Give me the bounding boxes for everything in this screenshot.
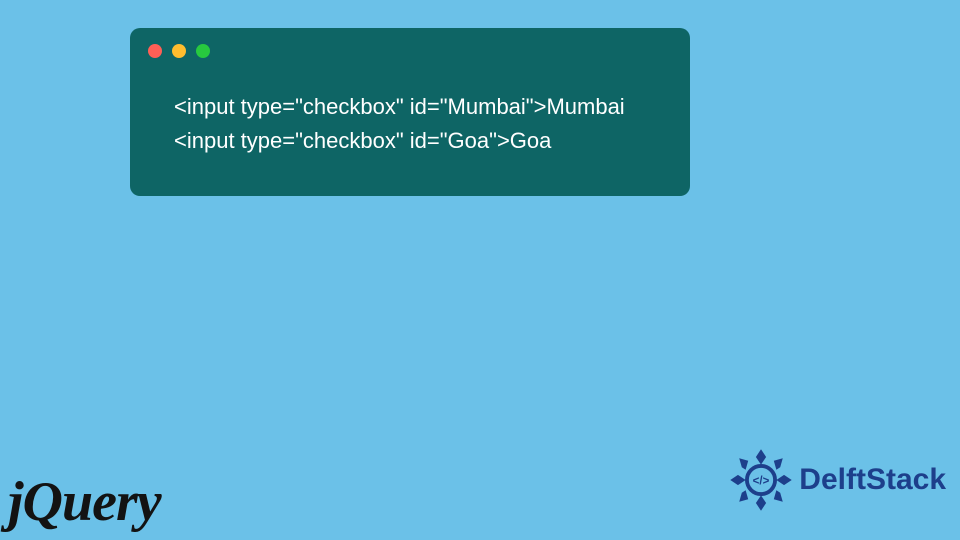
code-body: <input type="checkbox" id="Mumbai">Mumba… [130,66,690,158]
delftstack-logo: </> DelftStack [729,448,946,512]
jquery-logo: jQuery [8,470,161,534]
window-controls [130,28,690,66]
svg-text:</>: </> [753,475,770,487]
delftstack-logo-text: DelftStack [799,463,946,497]
jquery-logo-text: jQuery [8,471,161,533]
delftstack-emblem-icon: </> [729,448,793,512]
code-window: <input type="checkbox" id="Mumbai">Mumba… [130,28,690,196]
window-zoom-icon [196,44,210,58]
window-close-icon [148,44,162,58]
code-line: <input type="checkbox" id="Mumbai">Mumba… [174,94,625,119]
code-line: <input type="checkbox" id="Goa">Goa [174,128,551,153]
window-minimize-icon [172,44,186,58]
